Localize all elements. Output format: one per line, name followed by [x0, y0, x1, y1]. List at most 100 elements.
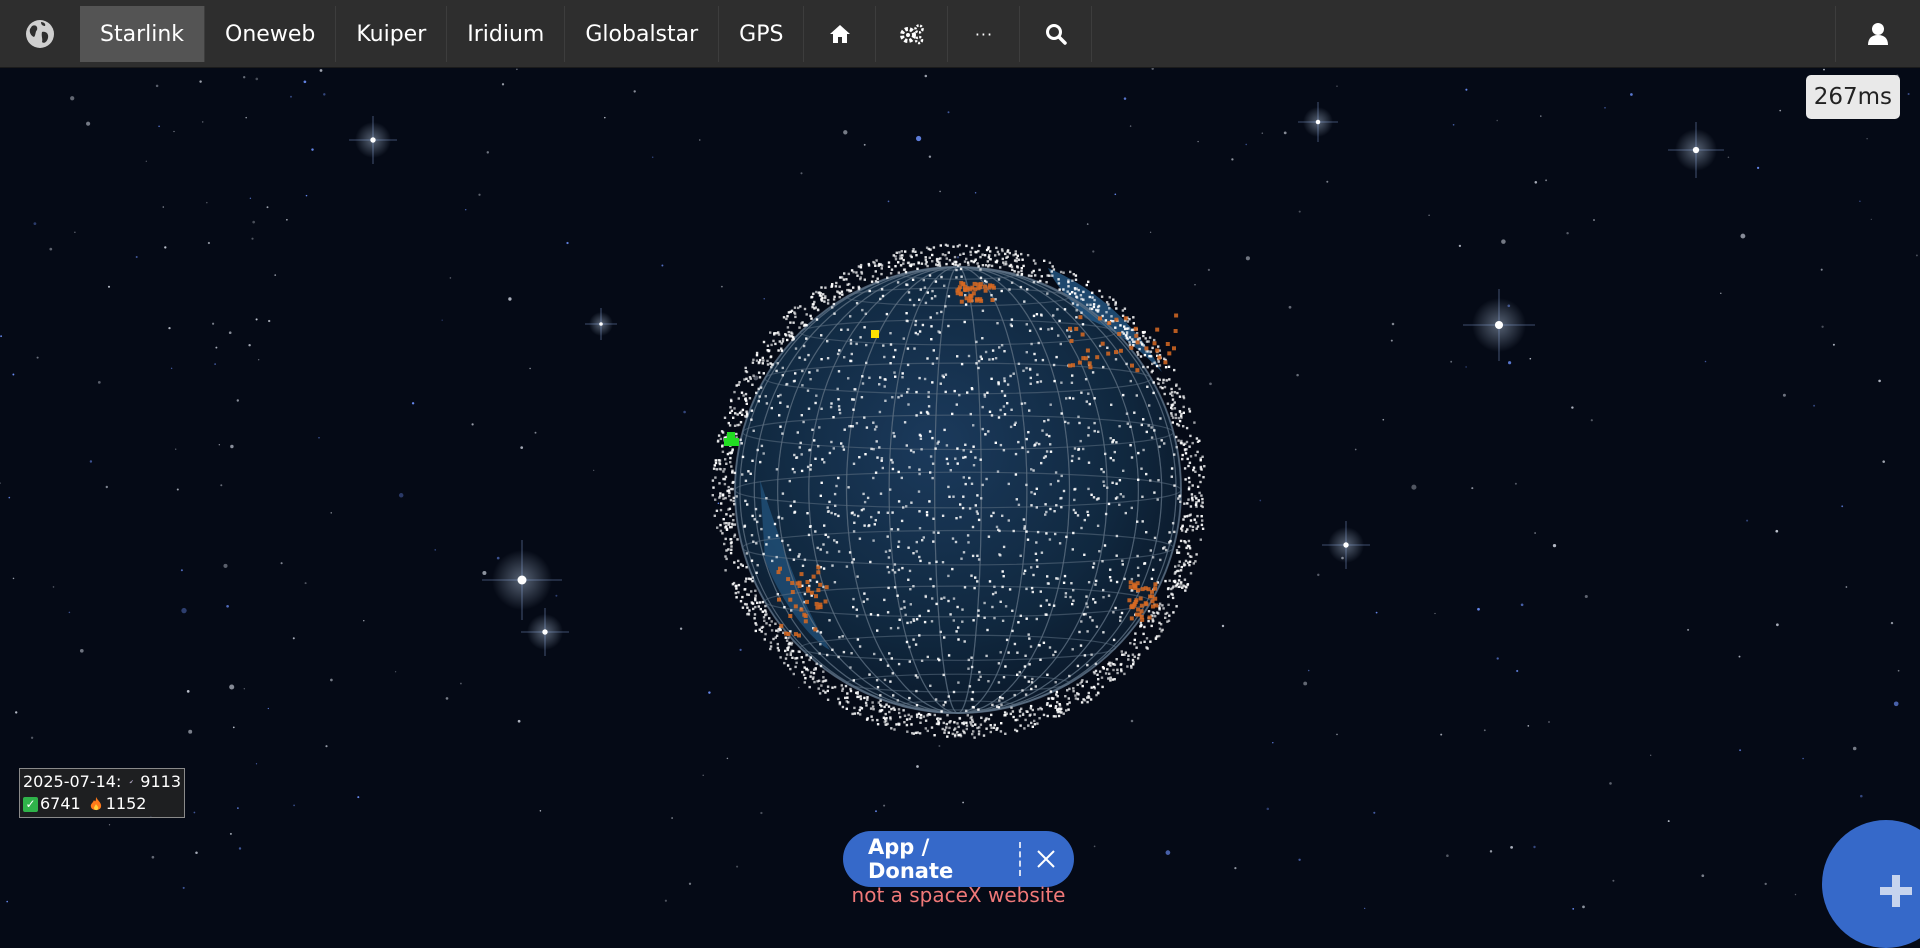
satellite-dot	[793, 500, 796, 503]
satellite-dot	[737, 566, 740, 569]
satellite-dot	[974, 456, 977, 459]
satellite-dot	[1121, 309, 1125, 312]
satellite-dot	[762, 340, 766, 344]
satellite-dot	[755, 391, 758, 395]
satellite-dot	[1045, 703, 1049, 706]
satellite-dot	[976, 554, 979, 557]
satellite-dot	[1016, 254, 1019, 257]
satellite-dot	[1137, 653, 1140, 657]
satellite-dot	[971, 690, 975, 694]
satellite-dot	[1191, 496, 1194, 499]
satellite-dot	[927, 405, 931, 408]
globe-logo-icon[interactable]	[0, 0, 80, 67]
satellite-dot	[892, 355, 895, 359]
search-button[interactable]	[1020, 6, 1093, 62]
star	[1612, 879, 1615, 882]
satellite-dot	[857, 287, 860, 291]
satellite-dot	[918, 330, 922, 333]
satellite-dot	[842, 448, 846, 451]
satellite-dot	[874, 264, 877, 267]
satellite-dot	[775, 555, 778, 559]
satellite-dot	[1035, 441, 1038, 445]
star	[1529, 357, 1532, 360]
satellite-dot	[906, 363, 910, 367]
satellite-dot	[1006, 383, 1010, 386]
satellite-dot	[1052, 715, 1056, 718]
satellite-dot	[918, 472, 921, 476]
satellite-dot	[1021, 713, 1025, 716]
satellite-dot	[865, 426, 869, 429]
satellite-dot	[764, 609, 767, 612]
satellite-dot	[847, 377, 850, 380]
satellite-dot	[805, 313, 808, 316]
satellite-dot	[776, 646, 780, 650]
star	[255, 763, 258, 765]
satellite-dot	[1060, 496, 1063, 500]
more-button[interactable]: ···	[948, 6, 1021, 62]
satellite-dot	[986, 260, 989, 263]
stats-row-status: ✓ 6741 1152	[23, 793, 181, 815]
satellite-dot	[827, 535, 830, 539]
nav-tab-oneweb[interactable]: Oneweb	[205, 6, 337, 62]
satellite-dot	[897, 708, 901, 711]
satellite-dot	[745, 412, 749, 415]
satellite-dot	[1163, 546, 1166, 549]
donate-close-button[interactable]	[1021, 831, 1071, 887]
selected-satellite-marker[interactable]	[871, 330, 879, 338]
satellite-dot	[884, 717, 887, 721]
star	[1738, 655, 1741, 658]
satellite-dot	[1102, 470, 1105, 474]
nav-tab-kuiper[interactable]: Kuiper	[336, 6, 448, 62]
satellite-dot	[873, 523, 876, 526]
star	[702, 774, 704, 777]
star	[1382, 418, 1385, 421]
home-button[interactable]	[804, 6, 877, 62]
decaying-satellite-dot	[806, 588, 811, 593]
satellite-dot	[1175, 435, 1178, 439]
settings-button[interactable]	[876, 6, 949, 62]
satellite-dot	[805, 324, 808, 327]
satellite-dot	[1000, 344, 1004, 347]
decaying-satellite-dot	[814, 594, 818, 599]
satellite-dot	[993, 585, 996, 588]
nav-tab-starlink[interactable]: Starlink	[80, 6, 206, 62]
satellite-dot	[791, 656, 794, 659]
satellite-dot	[1066, 689, 1069, 692]
star	[1391, 322, 1395, 326]
satellite-dot	[963, 640, 966, 643]
satellite-dot	[859, 706, 862, 709]
satellite-dot	[1142, 632, 1145, 636]
satellite-dot	[820, 407, 823, 410]
satellite-dot	[924, 594, 927, 598]
nav-tab-globalstar[interactable]: Globalstar	[565, 6, 720, 62]
satellite-dot	[1187, 498, 1190, 501]
satellite-dot	[819, 494, 822, 497]
space-scene[interactable]	[0, 0, 1920, 920]
earth-globe[interactable]	[734, 266, 1182, 714]
star	[875, 810, 877, 813]
satellite-dot	[1174, 565, 1177, 568]
star	[1882, 460, 1885, 463]
satellite-dot	[747, 379, 750, 383]
satellite-dot	[851, 425, 854, 428]
satellite-dot	[1142, 344, 1145, 347]
satellite-dot	[737, 583, 741, 587]
nav-tab-iridium[interactable]: Iridium	[447, 6, 566, 62]
user-account-button[interactable]	[1835, 6, 1920, 62]
app-donate-button[interactable]: App / Donate	[843, 835, 1015, 883]
satellite-dot	[1046, 575, 1049, 578]
satellite-dot	[1027, 274, 1031, 277]
satellite-dot	[927, 247, 930, 251]
satellite-dot	[1011, 268, 1014, 271]
satellite-dot	[935, 357, 939, 360]
star	[1093, 845, 1096, 848]
satellite-dot	[1108, 296, 1111, 299]
satellite-dot	[777, 516, 780, 519]
satellite-dot	[730, 409, 734, 412]
satellite-dot	[1145, 531, 1148, 534]
star	[1428, 214, 1430, 216]
satellite-dot	[1023, 569, 1027, 572]
satellite-dot	[1073, 498, 1076, 502]
nav-tab-gps[interactable]: GPS	[719, 6, 805, 62]
satellite-dot	[914, 643, 918, 646]
